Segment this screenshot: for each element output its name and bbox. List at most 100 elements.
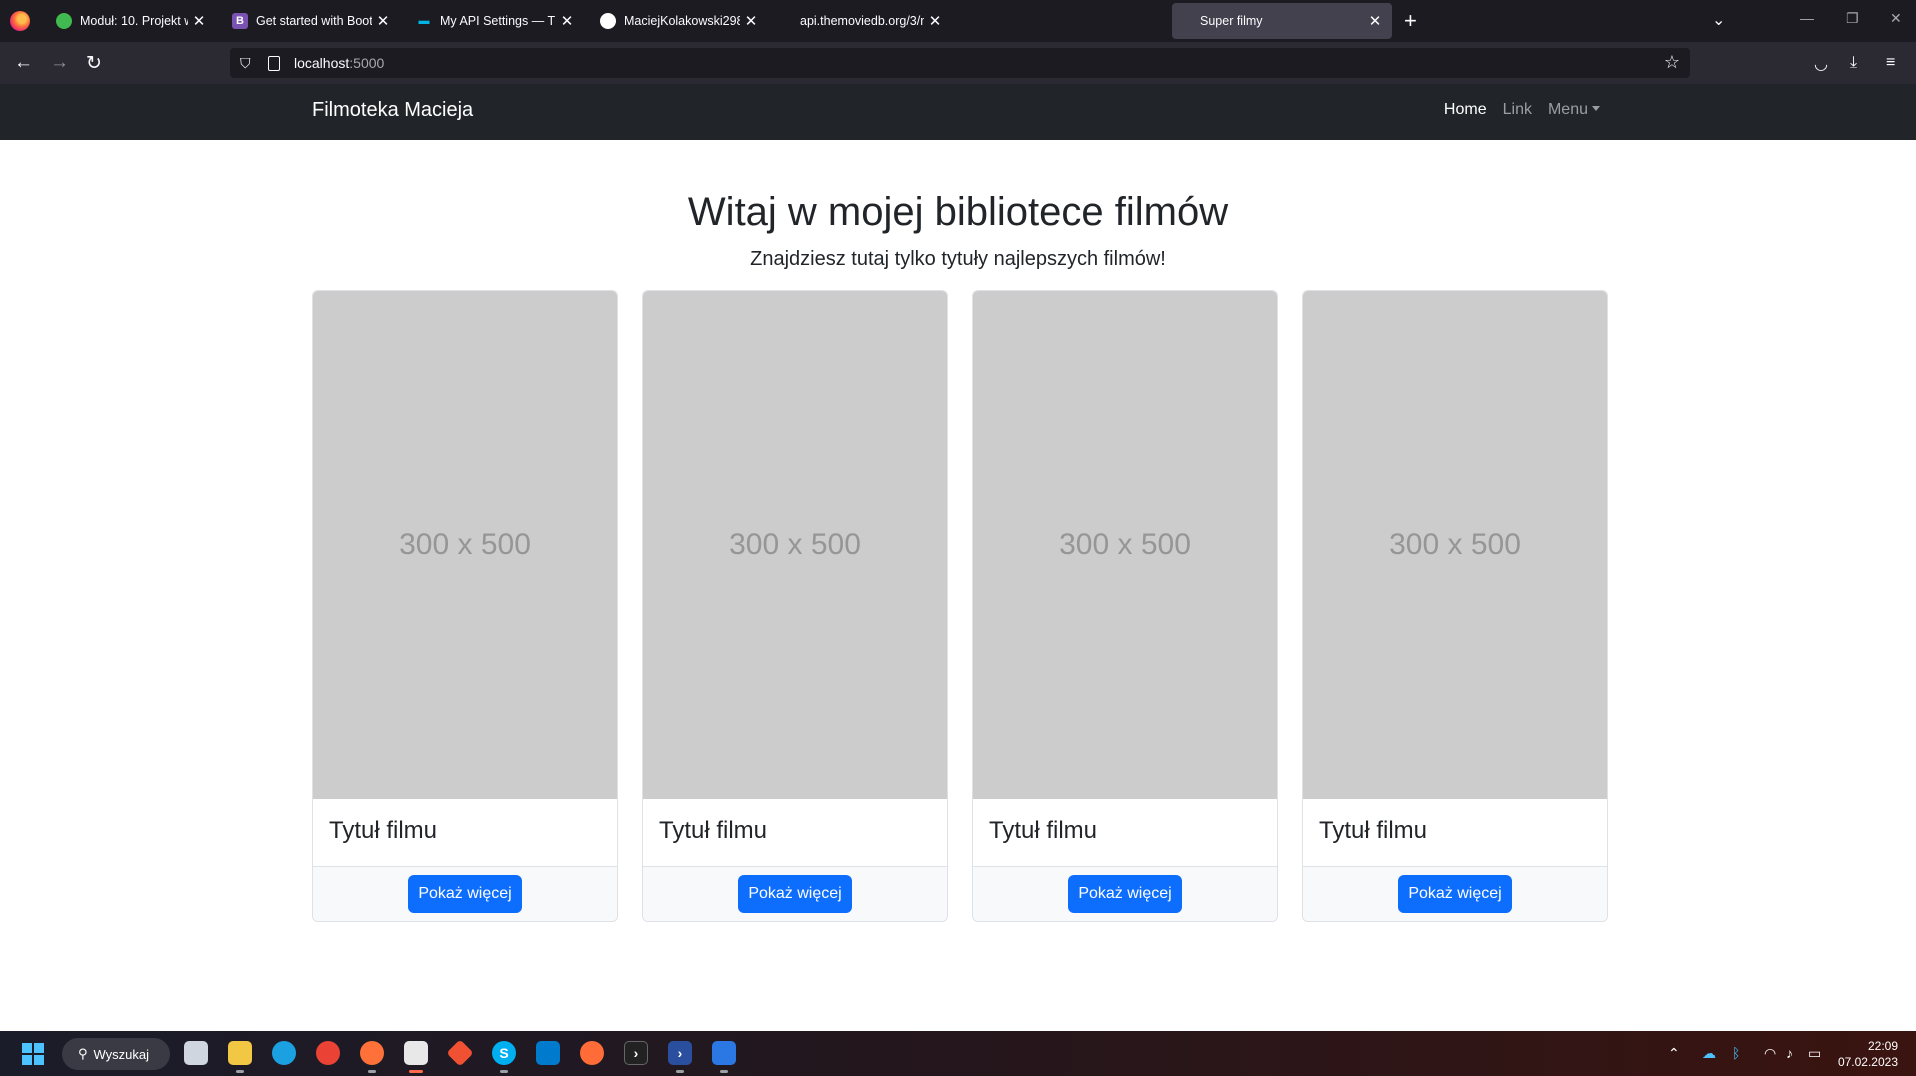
poster-placeholder: 300 x 500 (973, 291, 1277, 799)
close-tab-icon[interactable]: ✕ (740, 12, 762, 30)
snipping-tool-icon[interactable] (404, 1041, 428, 1073)
chevron-up-icon[interactable]: ⌃ (1668, 1045, 1680, 1062)
forward-icon[interactable]: → (50, 52, 69, 74)
list-all-tabs-icon[interactable]: ⌄ (1712, 10, 1725, 30)
card-title: Tytuł filmu (659, 817, 768, 844)
edge-icon[interactable] (272, 1041, 296, 1065)
tab-super-filmy[interactable]: Super filmy ✕ (1172, 3, 1392, 39)
tab-tmdb-settings[interactable]: ▬ My API Settings — The Movie D ✕ (404, 3, 584, 39)
card-title: Tytuł filmu (989, 817, 1098, 844)
movie-card: 300 x 500 Tytuł filmu Pokaż więcej (1302, 290, 1608, 922)
minimize-icon[interactable]: — (1800, 10, 1814, 26)
tab-title: Super filmy (1200, 14, 1263, 28)
show-more-button[interactable]: Pokaż więcej (1068, 875, 1182, 913)
bootstrap-icon: B (232, 13, 248, 29)
git-icon[interactable] (446, 1039, 474, 1067)
tab-favicon-icon (56, 13, 72, 29)
windows-taskbar: ⚲ Wyszukaj S › › ⌃ ☁ ᛒ ◠ ♪ ▭ 22:09 07.02… (0, 1031, 1916, 1076)
page-title: Witaj w mojej bibliotece filmów (687, 190, 1229, 234)
downloads-icon[interactable]: ⤓ (1850, 54, 1857, 72)
movie-card: 300 x 500 Tytuł filmu Pokaż więcej (972, 290, 1278, 922)
vscode-icon[interactable] (536, 1041, 560, 1065)
volume-icon[interactable]: ♪ (1786, 1045, 1793, 1061)
poster-placeholder: 300 x 500 (643, 291, 947, 799)
close-tab-icon[interactable]: ✕ (188, 12, 210, 30)
card-footer: Pokaż więcej (643, 866, 947, 921)
pocket-icon[interactable]: ◡ (1814, 54, 1828, 74)
nav-link[interactable]: Link (1503, 101, 1532, 119)
tab-github[interactable]: MaciejKolakowski298/movies_c ✕ (588, 3, 768, 39)
reload-icon[interactable]: ↻ (86, 52, 102, 75)
tab-favicon-icon (1184, 13, 1200, 29)
task-view-icon[interactable] (184, 1041, 208, 1065)
tab-favicon-icon (784, 13, 800, 29)
file-explorer-icon[interactable] (228, 1041, 252, 1073)
tab-title: Moduł: 10. Projekt webowy (80, 14, 188, 28)
firefox-icon[interactable] (10, 11, 30, 31)
movie-card: 300 x 500 Tytuł filmu Pokaż więcej (642, 290, 948, 922)
poster-placeholder: 300 x 500 (313, 291, 617, 799)
bookmark-star-icon[interactable]: ☆ (1664, 52, 1680, 73)
taskbar-search[interactable]: ⚲ Wyszukaj (62, 1038, 170, 1070)
menu-icon[interactable]: ≡ (1886, 54, 1895, 72)
nav-home-link[interactable]: Home (1444, 101, 1487, 119)
tab-title: MaciejKolakowski298/movies_c (624, 14, 740, 28)
movie-card: 300 x 500 Tytuł filmu Pokaż więcej (312, 290, 618, 922)
browser-tab-bar: Moduł: 10. Projekt webowy ✕ B Get starte… (0, 0, 1916, 42)
tmdb-icon: ▬ (418, 15, 430, 27)
powershell-icon[interactable]: › (668, 1041, 692, 1073)
restore-icon[interactable]: ❐ (1846, 10, 1859, 27)
close-window-icon[interactable]: ✕ (1890, 10, 1902, 27)
firefox-taskbar-icon[interactable] (360, 1041, 384, 1073)
github-icon (600, 13, 616, 29)
tab-title: My API Settings — The Movie D (440, 14, 556, 28)
tab-bootstrap[interactable]: B Get started with Bootstrap · Boo ✕ (220, 3, 400, 39)
windows-start-icon[interactable] (22, 1043, 44, 1065)
tab-title: Get started with Bootstrap · Boo (256, 14, 372, 28)
notepad-icon[interactable] (712, 1041, 736, 1073)
address-bar[interactable]: ⛉ localhost:5000 ☆ (230, 48, 1690, 78)
nav-menu-label: Menu (1547, 101, 1588, 118)
close-tab-icon[interactable]: ✕ (924, 12, 946, 30)
back-icon[interactable]: ← (14, 52, 33, 74)
poster-placeholder: 300 x 500 (1303, 291, 1607, 799)
shield-icon[interactable]: ⛉ (240, 55, 256, 71)
card-footer: Pokaż więcej (973, 866, 1277, 921)
show-more-button[interactable]: Pokaż więcej (408, 875, 522, 913)
taskbar-clock[interactable]: 22:09 07.02.2023 (1836, 1038, 1898, 1070)
bluetooth-icon[interactable]: ᛒ (1732, 1045, 1740, 1061)
clock-date: 07.02.2023 (1837, 1055, 1898, 1069)
wifi-icon[interactable]: ◠ (1764, 1045, 1776, 1062)
close-tab-icon[interactable]: ✕ (372, 12, 394, 30)
taskbar-search-label: Wyszukaj (93, 1046, 150, 1062)
url-text[interactable]: localhost:5000 (294, 55, 384, 71)
show-more-button[interactable]: Pokaż więcej (738, 875, 852, 913)
new-tab-icon[interactable]: + (1404, 8, 1417, 34)
browser-toolbar: ← → ↻ ⛉ localhost:5000 ☆ ◡ ⤓ ≡ (0, 42, 1916, 84)
battery-icon[interactable]: ▭ (1808, 1045, 1821, 1062)
card-title: Tytuł filmu (1319, 817, 1428, 844)
skype-icon[interactable]: S (492, 1041, 516, 1073)
tab-modul[interactable]: Moduł: 10. Projekt webowy ✕ (44, 3, 216, 39)
close-tab-icon[interactable]: ✕ (1364, 12, 1386, 30)
chrome-icon[interactable] (316, 1041, 340, 1065)
card-title: Tytuł filmu (329, 817, 438, 844)
clock-time: 22:09 (1867, 1039, 1898, 1053)
navbar-brand[interactable]: Filmoteka Macieja (312, 99, 473, 122)
page-subtitle: Znajdziesz tutaj tylko tytuły najlepszyc… (750, 248, 1166, 270)
navbar-links: Home Link Menu (1444, 101, 1600, 119)
tab-api[interactable]: api.themoviedb.org/3/movie/550?a ✕ (772, 3, 952, 39)
tab-title: api.themoviedb.org/3/movie/550?a (800, 14, 924, 28)
card-footer: Pokaż więcej (313, 866, 617, 921)
search-icon: ⚲ (78, 1046, 88, 1061)
postman-icon[interactable] (580, 1041, 604, 1065)
caret-down-icon (1592, 106, 1600, 111)
terminal-icon[interactable]: › (624, 1041, 648, 1065)
site-navbar: Filmoteka Macieja Home Link Menu (0, 84, 1916, 140)
page-info-icon[interactable] (268, 55, 280, 71)
show-more-button[interactable]: Pokaż więcej (1398, 875, 1512, 913)
onedrive-icon[interactable]: ☁ (1702, 1045, 1716, 1062)
card-footer: Pokaż więcej (1303, 866, 1607, 921)
close-tab-icon[interactable]: ✕ (556, 12, 578, 30)
nav-menu-dropdown[interactable]: Menu (1548, 101, 1600, 119)
